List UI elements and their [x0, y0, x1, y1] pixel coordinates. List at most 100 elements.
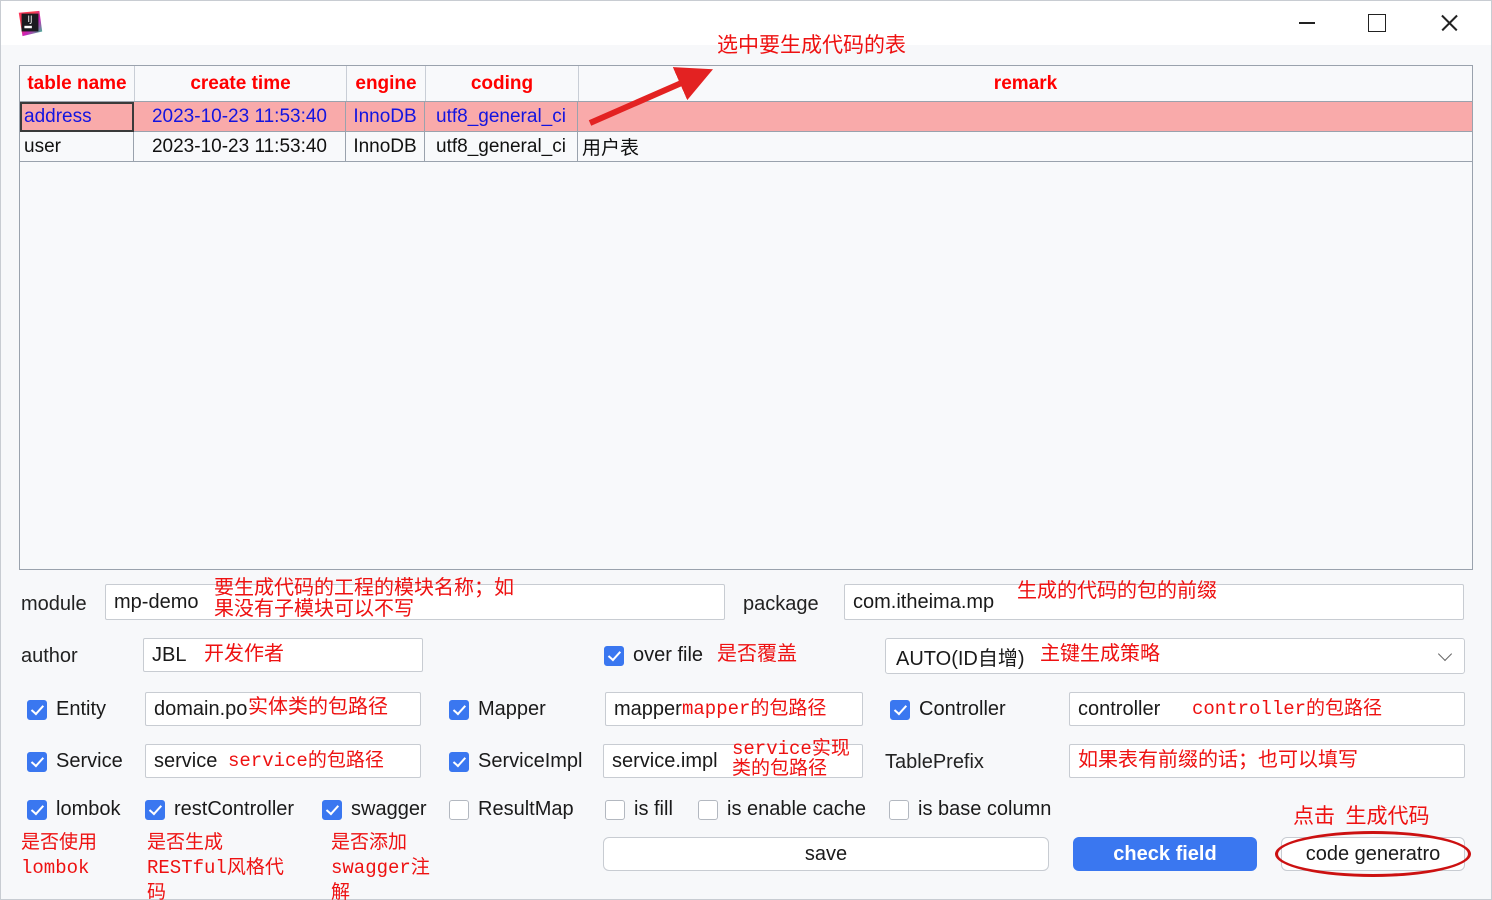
code-generator-button-label: code generatro: [1305, 842, 1441, 865]
annotation-over-file-hint: 是否覆盖: [717, 643, 797, 665]
over-file-label: over file: [633, 644, 704, 666]
annotation-mapper-hint: mapper的包路径: [682, 698, 827, 720]
over-file-checkbox[interactable]: over file: [604, 644, 703, 667]
checkbox-icon: [27, 799, 47, 820]
minimize-button[interactable]: [1273, 1, 1341, 45]
module-label: module: [21, 593, 87, 615]
cell-remark[interactable]: [578, 102, 1472, 132]
table-body: address 2023-10-23 11:53:40 InnoDB utf8_…: [20, 102, 1472, 162]
checkbox-icon: [449, 699, 469, 720]
checkbox-icon: [698, 799, 718, 820]
code-generator-window: IJ 选中要生成代码的表 table name create time engi…: [0, 0, 1492, 900]
column-header-engine[interactable]: engine: [347, 66, 426, 101]
checkbox-icon: [889, 799, 909, 820]
mapper-checkbox[interactable]: Mapper: [449, 698, 546, 721]
cell-create-time[interactable]: 2023-10-23 11:53:40: [134, 132, 346, 162]
close-icon: [1439, 13, 1459, 33]
checkbox-icon: [605, 799, 625, 820]
result-map-checkbox[interactable]: ResultMap: [449, 798, 574, 821]
entity-checkbox[interactable]: Entity: [27, 698, 106, 721]
swagger-checkbox[interactable]: swagger: [322, 798, 427, 821]
annotation-service-impl-hint: service实现 类的包路径: [732, 738, 850, 780]
entity-value: domain.po: [154, 697, 248, 720]
package-label: package: [743, 593, 819, 615]
table-row[interactable]: address 2023-10-23 11:53:40 InnoDB utf8_…: [20, 102, 1472, 132]
table-prefix-label: TablePrefix: [885, 751, 984, 773]
service-impl-label: ServiceImpl: [478, 750, 583, 772]
checkbox-icon: [604, 645, 624, 666]
chevron-down-icon: [1437, 646, 1453, 662]
cell-create-time[interactable]: 2023-10-23 11:53:40: [134, 102, 346, 132]
annotation-select-table: 选中要生成代码的表: [717, 33, 906, 57]
rest-controller-checkbox[interactable]: restController: [145, 798, 294, 821]
controller-checkbox[interactable]: Controller: [890, 698, 1006, 721]
service-impl-value: service.impl: [612, 749, 718, 772]
is-fill-label: is fill: [634, 798, 673, 820]
checkbox-icon: [27, 751, 47, 772]
annotation-rest-controller-hint: 是否生成 RESTful风格代 码: [147, 832, 284, 900]
save-button[interactable]: save: [603, 837, 1049, 871]
mapper-value: mapper: [614, 697, 682, 720]
annotation-code-generator-hint: 点击 生成代码: [1293, 804, 1430, 828]
mapper-label: Mapper: [478, 698, 546, 720]
column-header-create-time[interactable]: create time: [135, 66, 347, 101]
cell-table-name[interactable]: address: [20, 102, 134, 132]
annotation-author-hint: 开发作者: [204, 643, 284, 665]
svg-text:IJ: IJ: [28, 14, 33, 24]
minimize-icon: [1299, 22, 1315, 24]
cell-coding[interactable]: utf8_general_ci: [425, 132, 578, 162]
service-checkbox[interactable]: Service: [27, 750, 123, 773]
id-type-select[interactable]: AUTO(ID自增): [885, 638, 1465, 674]
service-impl-checkbox[interactable]: ServiceImpl: [449, 750, 582, 773]
annotation-controller-hint: controller的包路径: [1192, 698, 1383, 720]
annotation-entity-hint: 实体类的包路径: [248, 696, 388, 718]
tables-list-panel[interactable]: table name create time engine coding rem…: [19, 65, 1473, 570]
annotation-swagger-hint: 是否添加 swagger注 解: [331, 832, 430, 900]
check-field-button-label: check field: [1113, 842, 1217, 865]
controller-value: controller: [1078, 697, 1161, 720]
id-type-value: AUTO(ID自增): [896, 647, 1025, 670]
entity-label: Entity: [56, 698, 107, 720]
checkbox-icon: [890, 699, 910, 720]
check-field-button[interactable]: check field: [1073, 837, 1257, 871]
checkbox-icon: [145, 799, 165, 820]
controller-label: Controller: [919, 698, 1006, 720]
maximize-button[interactable]: [1343, 1, 1411, 45]
column-header-table-name[interactable]: table name: [20, 66, 135, 101]
service-value: service: [154, 749, 218, 772]
swagger-label: swagger: [351, 798, 427, 820]
close-button[interactable]: [1415, 1, 1483, 45]
author-label: author: [21, 645, 78, 667]
cell-table-name[interactable]: user: [20, 132, 134, 162]
checkbox-icon: [322, 799, 342, 820]
cell-engine[interactable]: InnoDB: [346, 102, 425, 132]
lombok-label: lombok: [56, 798, 121, 820]
table-header-row: table name create time engine coding rem…: [20, 66, 1472, 102]
cell-engine[interactable]: InnoDB: [346, 132, 425, 162]
intellij-idea-icon: IJ: [18, 10, 43, 37]
is-enable-cache-label: is enable cache: [727, 798, 866, 820]
annotation-service-hint: service的包路径: [228, 750, 384, 772]
annotation-lombok-hint: 是否使用 lombok: [21, 832, 98, 879]
checkbox-icon: [27, 699, 47, 720]
table-row[interactable]: user 2023-10-23 11:53:40 InnoDB utf8_gen…: [20, 132, 1472, 162]
cell-remark[interactable]: 用户表: [578, 132, 1472, 162]
checkbox-icon: [449, 751, 469, 772]
is-base-column-label: is base column: [918, 798, 1052, 820]
annotation-table-prefix-hint: 如果表有前缀的话；也可以填写: [1078, 749, 1358, 771]
column-header-coding[interactable]: coding: [426, 66, 579, 101]
annotation-id-type-hint: 主键生成策略: [1040, 643, 1160, 665]
save-button-label: save: [804, 842, 848, 865]
result-map-label: ResultMap: [478, 798, 574, 820]
module-value: mp-demo: [114, 590, 199, 613]
checkbox-icon: [449, 799, 469, 820]
code-generator-button[interactable]: code generatro: [1281, 837, 1465, 871]
is-enable-cache-checkbox[interactable]: is enable cache: [698, 798, 866, 821]
is-fill-checkbox[interactable]: is fill: [605, 798, 673, 821]
author-value: JBL: [152, 643, 187, 666]
is-base-column-checkbox[interactable]: is base column: [889, 798, 1051, 821]
cell-coding[interactable]: utf8_general_ci: [425, 102, 578, 132]
column-header-remark[interactable]: remark: [579, 66, 1472, 101]
lombok-checkbox[interactable]: lombok: [27, 798, 120, 821]
annotation-package-hint: 生成的代码的包的前缀: [1017, 580, 1217, 602]
